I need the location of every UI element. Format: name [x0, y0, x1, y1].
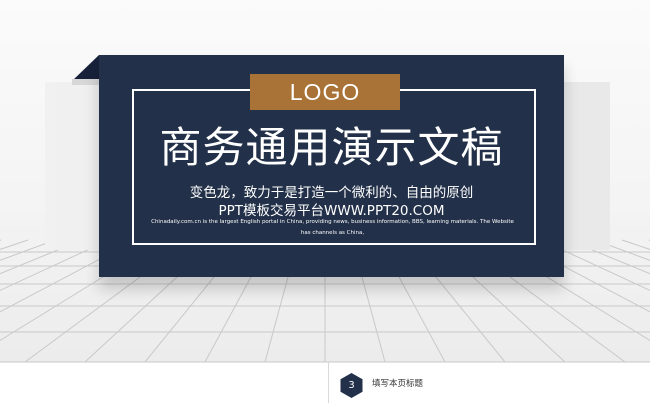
page-number: 3	[348, 380, 355, 391]
grid-line	[0, 239, 56, 261]
preview-divider	[328, 362, 329, 403]
subtitle-line-1: 变色龙，致力于是打造一个微利的、自由的原创	[189, 185, 474, 201]
grid-line	[0, 239, 110, 291]
ribbon-fold	[72, 55, 99, 81]
grid-line	[594, 239, 650, 261]
grid-line	[0, 239, 2, 241]
next-slide-preview-bar	[0, 362, 650, 403]
subtitle-line-2: PPT模板交易平台WWW.PPT20.COM	[218, 203, 445, 219]
description-text: Chinadaily.com.cn is the largest English…	[151, 219, 514, 236]
logo-box: LOGO	[250, 74, 400, 110]
presentation-title: 商务通用演示文稿	[159, 123, 504, 172]
slide-canvas: LOGO 商务通用演示文稿 变色龙，致力于是打造一个微利的、自由的原创 PPT模…	[0, 0, 650, 362]
page-title-placeholder: 填写本页标题	[372, 379, 424, 389]
ribbon-fold-shade	[72, 79, 99, 85]
